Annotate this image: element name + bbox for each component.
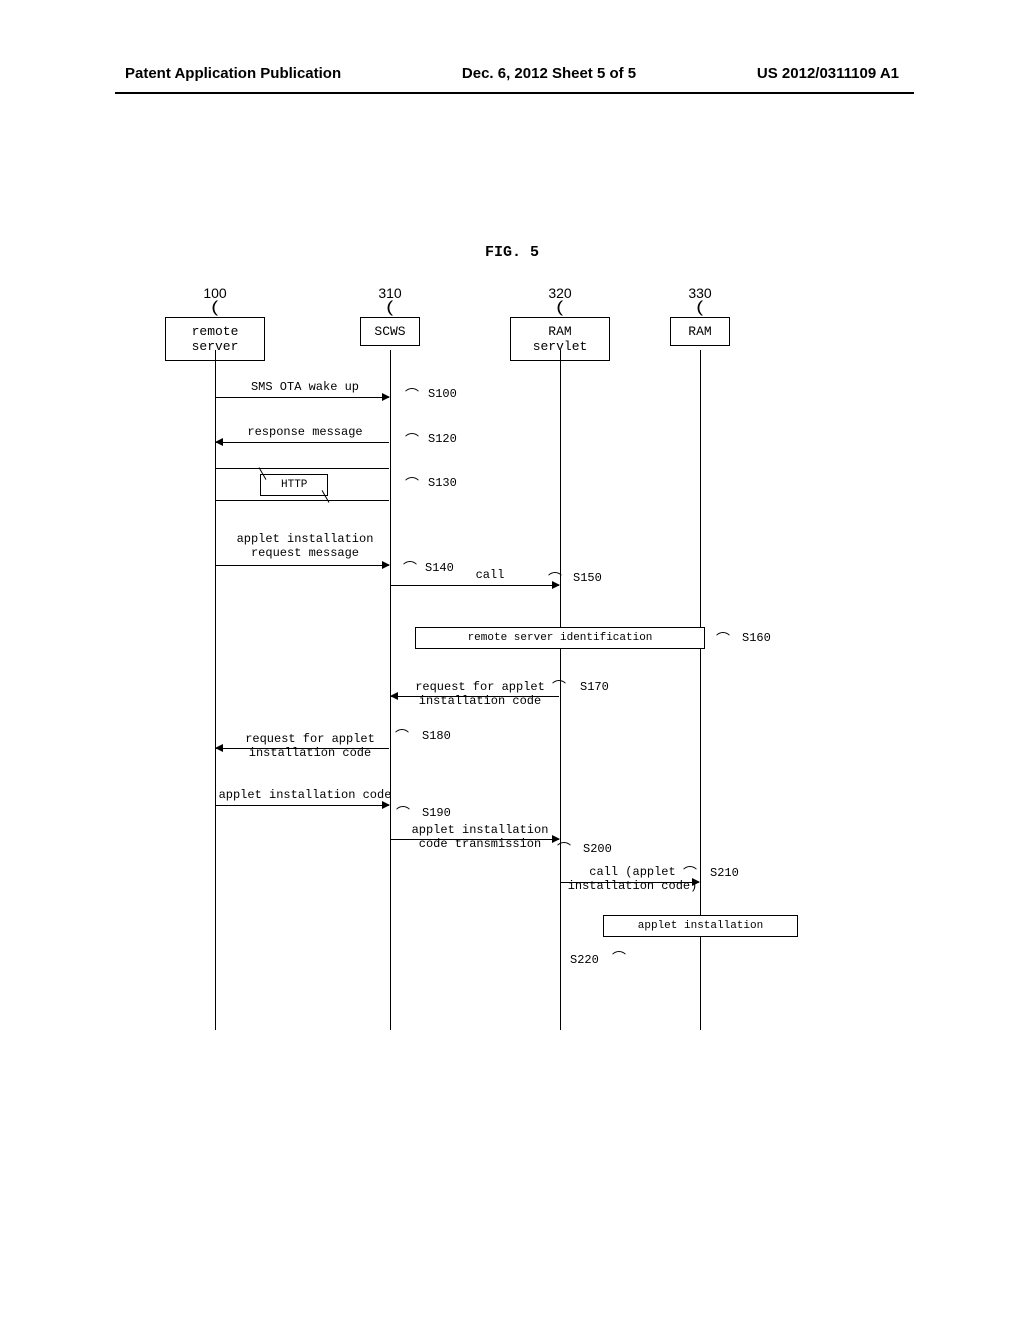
step-s160: S160 — [742, 631, 771, 645]
page-header: Patent Application Publication Dec. 6, 2… — [0, 0, 1024, 92]
arrow-s120 — [216, 442, 389, 443]
tilde-icon: ⌒ — [548, 569, 562, 589]
step-s220: S220 — [570, 953, 599, 967]
line-s130-bottom — [216, 500, 389, 501]
tilde-icon: ⌒ — [405, 385, 419, 405]
tilde-icon: ⌒ — [405, 474, 419, 494]
tilde-icon: ⌒ — [557, 839, 571, 859]
tilde-icon: ⌒ — [552, 677, 566, 697]
lifeline-box: SCWS — [360, 317, 420, 346]
msg-s170: request for applet installation code — [400, 680, 560, 708]
lifeline-scws — [390, 350, 391, 1030]
step-s120: S120 — [428, 432, 457, 446]
tilde-icon: ⌒ — [396, 803, 410, 823]
header-right: US 2012/0311109 A1 — [757, 65, 899, 82]
step-s170: S170 — [580, 680, 609, 694]
step-s150: S150 — [573, 571, 602, 585]
header-divider — [115, 92, 914, 94]
tilde-icon: ⌒ — [612, 948, 626, 968]
tilde-icon: ⌒ — [395, 726, 409, 746]
line-s130-top — [216, 468, 389, 469]
self-s160: remote server identification — [415, 627, 705, 649]
arrow-s190 — [216, 805, 389, 806]
lifeline-scws-header: 310 ( SCWS — [360, 285, 420, 346]
header-left: Patent Application Publication — [125, 65, 341, 82]
arrow-s180 — [216, 748, 389, 749]
arrow-s200 — [391, 839, 559, 840]
tilde-icon: ⌒ — [405, 430, 419, 450]
header-center: Dec. 6, 2012 Sheet 5 of 5 — [462, 65, 636, 82]
msg-s150: call — [440, 568, 540, 582]
step-s100: S100 — [428, 387, 457, 401]
arrow-s170 — [391, 696, 559, 697]
lifeline-ram-header: 330 ( RAM — [670, 285, 730, 346]
msg-s190: applet installation code — [215, 788, 395, 802]
http-box: HTTP — [260, 474, 328, 496]
tilde-icon: ⌒ — [716, 629, 730, 649]
step-s210: S210 — [710, 866, 739, 880]
arrow-s140 — [216, 565, 389, 566]
step-s190: S190 — [422, 806, 451, 820]
msg-s200: applet installation code transmission — [400, 823, 560, 851]
msg-s100: SMS OTA wake up — [230, 380, 380, 394]
step-s200: S200 — [583, 842, 612, 856]
self-s220: applet installation — [603, 915, 798, 937]
lifeline-box: RAM — [670, 317, 730, 346]
lifeline-remote-server — [215, 350, 216, 1030]
figure-title: FIG. 5 — [0, 244, 1024, 261]
arrow-s100 — [216, 397, 389, 398]
sequence-diagram: 100 ( remote server 310 ( SCWS 320 ( RAM… — [160, 285, 860, 1035]
arrow-s150 — [391, 585, 559, 586]
tilde-icon: ⌒ — [403, 558, 417, 578]
msg-s120: response message — [230, 425, 380, 439]
msg-s140: applet installation request message — [220, 532, 390, 560]
msg-s180: request for applet installation code — [225, 732, 395, 760]
tilde-icon: ⌒ — [683, 863, 697, 883]
step-s180: S180 — [422, 729, 451, 743]
arrow-s210 — [561, 882, 699, 883]
step-s130: S130 — [428, 476, 457, 490]
